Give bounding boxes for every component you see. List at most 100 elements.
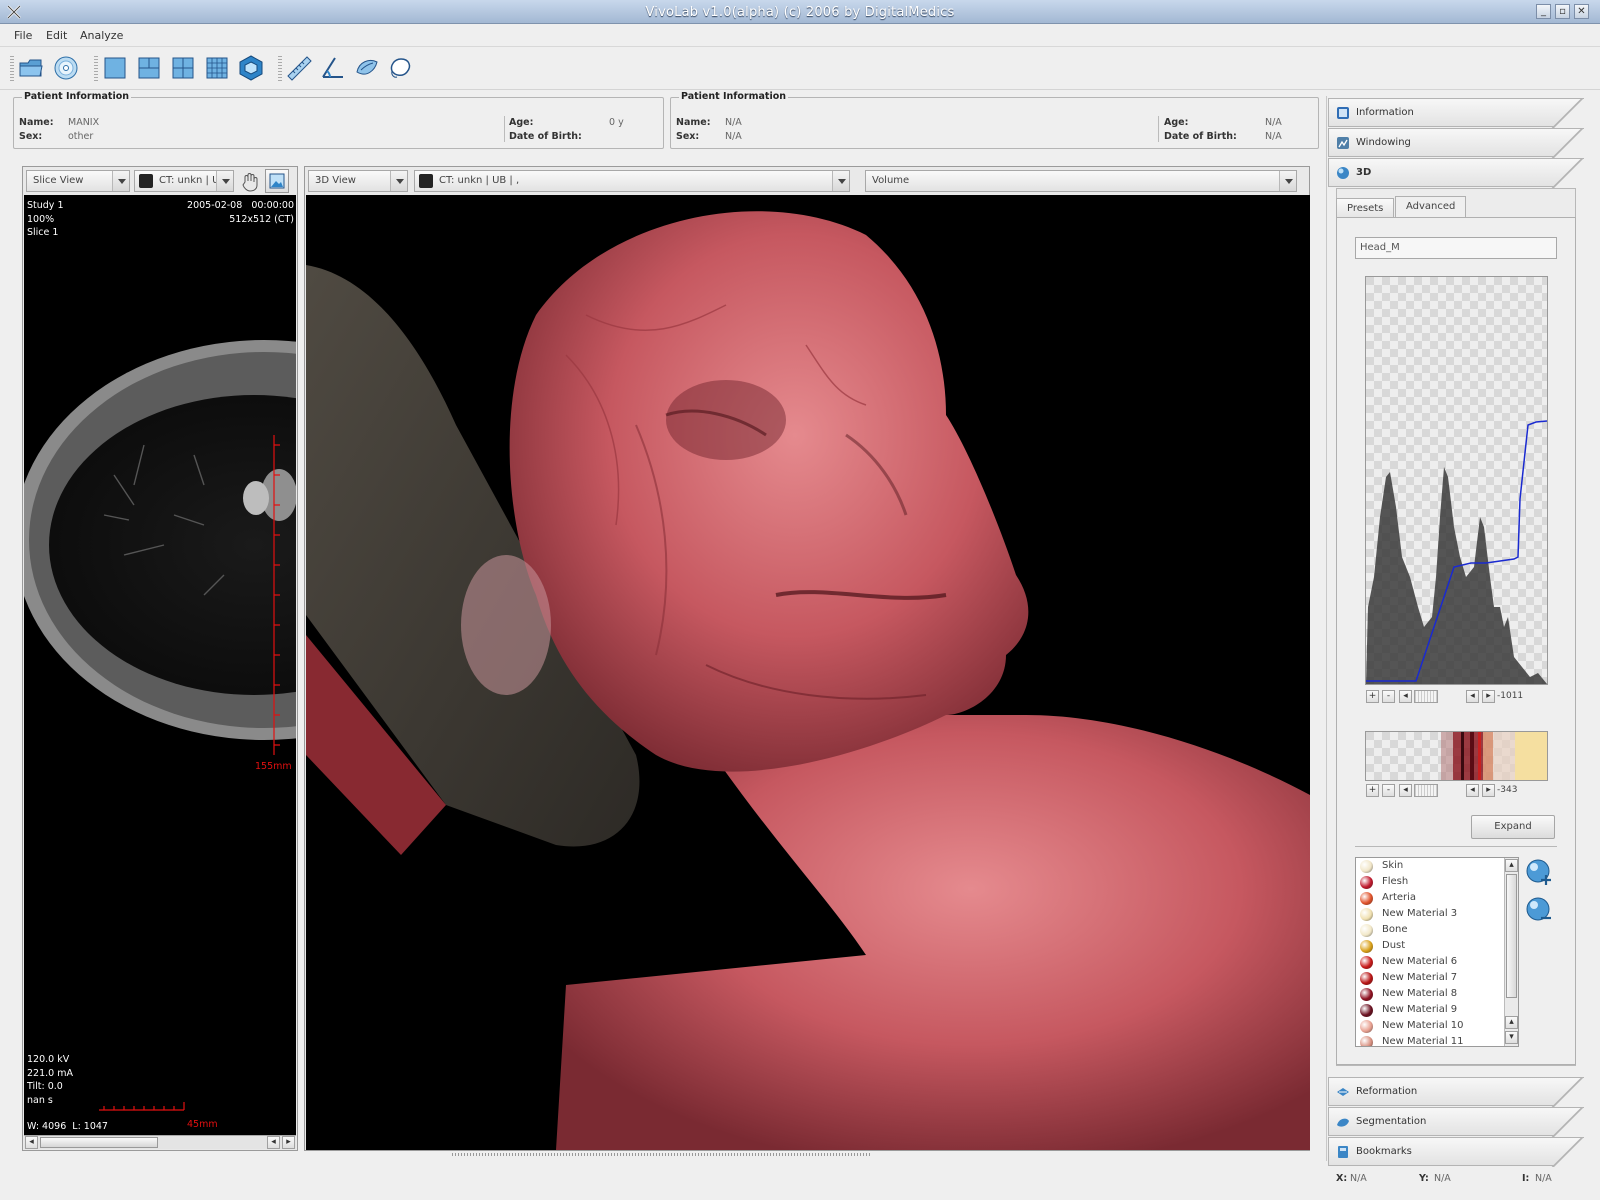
3d-render-canvas[interactable]: [306, 195, 1310, 1150]
three-layout-icon[interactable]: [135, 54, 163, 82]
scroll-left-icon[interactable]: ◂: [267, 1136, 280, 1149]
scroll-left-icon[interactable]: ◂: [1466, 690, 1479, 703]
scroll-right-icon[interactable]: ▸: [282, 1136, 295, 1149]
zoom-in-button[interactable]: +: [1366, 784, 1379, 797]
series-thumbnail-icon: [139, 174, 153, 188]
ruler-icon[interactable]: [285, 54, 313, 82]
slice-view-select[interactable]: Slice View: [26, 170, 130, 192]
material-color-icon[interactable]: [1360, 892, 1373, 905]
scroll-left-icon[interactable]: ◂: [1466, 784, 1479, 797]
material-item[interactable]: Flesh: [1356, 874, 1504, 890]
lasso-icon[interactable]: [387, 54, 415, 82]
material-color-icon[interactable]: [1360, 1036, 1373, 1046]
add-material-button[interactable]: [1524, 857, 1554, 887]
tab-advanced[interactable]: Advanced: [1395, 196, 1467, 218]
colormap-scroll-thumb[interactable]: [1414, 784, 1438, 797]
preset-name-field[interactable]: Head_M: [1355, 237, 1557, 259]
material-color-icon[interactable]: [1360, 924, 1373, 937]
zoom-in-button[interactable]: +: [1366, 690, 1379, 703]
material-color-icon[interactable]: [1360, 972, 1373, 985]
3d-series-select[interactable]: CT: unkn | UB | ,: [414, 170, 850, 192]
scroll-up-icon[interactable]: ▴: [1505, 1016, 1518, 1029]
minimize-button[interactable]: _: [1536, 4, 1551, 19]
grid-layout-icon[interactable]: [203, 54, 231, 82]
material-item[interactable]: New Material 3: [1356, 906, 1504, 922]
3d-cube-icon[interactable]: [237, 54, 265, 82]
sidebar-tab-information[interactable]: Information: [1328, 98, 1584, 128]
material-item[interactable]: New Material 10: [1356, 1018, 1504, 1034]
open-folder-icon[interactable]: [17, 54, 45, 82]
sidebar-tab-bookmarks[interactable]: Bookmarks: [1328, 1137, 1584, 1167]
material-color-icon[interactable]: [1360, 1020, 1373, 1033]
scroll-right-icon[interactable]: ▸: [1482, 784, 1495, 797]
3d-view-select[interactable]: 3D View: [308, 170, 408, 192]
hand-pan-icon[interactable]: [239, 170, 261, 192]
material-list-scrollbar[interactable]: ▴ ▴ ▾: [1504, 858, 1518, 1046]
material-color-icon[interactable]: [1360, 908, 1373, 921]
render-mode-select-value: Volume: [872, 175, 910, 186]
cd-icon[interactable]: [52, 54, 80, 82]
material-name: Bone: [1382, 924, 1408, 935]
colormap-controls: + - ◂ ◂ ▸ -343: [1366, 784, 1546, 798]
scroll-right-icon[interactable]: ▸: [1482, 690, 1495, 703]
material-item[interactable]: New Material 9: [1356, 1002, 1504, 1018]
material-item[interactable]: New Material 6: [1356, 954, 1504, 970]
slice-series-select[interactable]: CT: unkn | U: [134, 170, 234, 192]
material-item[interactable]: Skin: [1356, 858, 1504, 874]
four-layout-icon[interactable]: [169, 54, 197, 82]
angle-icon[interactable]: [319, 54, 347, 82]
material-color-icon[interactable]: [1360, 956, 1373, 969]
remove-material-icon: [1526, 897, 1551, 921]
menu-file[interactable]: File: [14, 29, 32, 42]
colormap-editor[interactable]: [1365, 731, 1548, 781]
material-item[interactable]: Dust: [1356, 938, 1504, 954]
scroll-thumb[interactable]: [1506, 874, 1517, 998]
resolution-label: 512x512 (CT): [229, 213, 294, 225]
freehand-icon[interactable]: [353, 54, 381, 82]
material-item[interactable]: New Material 11: [1356, 1034, 1504, 1046]
material-color-icon[interactable]: [1360, 1004, 1373, 1017]
close-button[interactable]: ✕: [1574, 4, 1589, 19]
sidebar-tab-reformation[interactable]: Reformation: [1328, 1077, 1584, 1107]
sidebar-tab-windowing[interactable]: Windowing: [1328, 128, 1584, 158]
histogram-scroll-thumb[interactable]: [1414, 690, 1438, 703]
render-mode-select[interactable]: Volume: [865, 170, 1297, 192]
scroll-left-icon[interactable]: ◂: [1399, 690, 1412, 703]
slice-canvas[interactable]: Study 1 100% Slice 1 2005-02-08 00:00:00…: [24, 195, 296, 1145]
transfer-function-histogram[interactable]: [1365, 276, 1548, 685]
material-item[interactable]: Bone: [1356, 922, 1504, 938]
study-date: 2005-02-08: [187, 200, 243, 211]
splitter-handle[interactable]: [452, 1153, 872, 1156]
menu-analyze[interactable]: Analyze: [80, 29, 123, 42]
menu-edit[interactable]: Edit: [46, 29, 67, 42]
scroll-up-icon[interactable]: ▴: [1505, 859, 1518, 872]
slice-horizontal-scrollbar[interactable]: ◂ ◂ ▸: [24, 1135, 296, 1149]
scroll-down-icon[interactable]: ▾: [1505, 1031, 1518, 1044]
expand-button[interactable]: Expand: [1471, 815, 1555, 839]
remove-material-button[interactable]: [1524, 895, 1554, 925]
material-color-icon[interactable]: [1360, 860, 1373, 873]
single-layout-icon[interactable]: [101, 54, 129, 82]
material-item[interactable]: New Material 7: [1356, 970, 1504, 986]
toolbar-grip[interactable]: [94, 56, 98, 82]
sidebar-tab-segmentation[interactable]: Segmentation: [1328, 1107, 1584, 1137]
material-color-icon[interactable]: [1360, 876, 1373, 889]
patient-age: 0 y: [609, 117, 624, 128]
sidebar-tab-3d[interactable]: 3D: [1328, 158, 1584, 188]
material-color-icon[interactable]: [1360, 940, 1373, 953]
toolbar-grip[interactable]: [278, 56, 282, 82]
material-item[interactable]: New Material 8: [1356, 986, 1504, 1002]
material-item[interactable]: Arteria: [1356, 890, 1504, 906]
scroll-left-icon[interactable]: ◂: [25, 1136, 38, 1149]
tab-label: Segmentation: [1356, 1116, 1427, 1127]
zoom-out-button[interactable]: -: [1382, 690, 1395, 703]
toolbar-grip[interactable]: [10, 56, 14, 82]
scroll-thumb[interactable]: [40, 1137, 158, 1148]
image-export-button[interactable]: [265, 169, 289, 193]
material-color-icon[interactable]: [1360, 988, 1373, 1001]
tab-presets[interactable]: Presets: [1336, 198, 1395, 218]
scroll-left-icon[interactable]: ◂: [1399, 784, 1412, 797]
material-list[interactable]: Skin Flesh Arteria New Material 3 Bone Dust Ne…: [1355, 857, 1519, 1047]
restore-button[interactable]: ▫: [1555, 4, 1570, 19]
zoom-out-button[interactable]: -: [1382, 784, 1395, 797]
